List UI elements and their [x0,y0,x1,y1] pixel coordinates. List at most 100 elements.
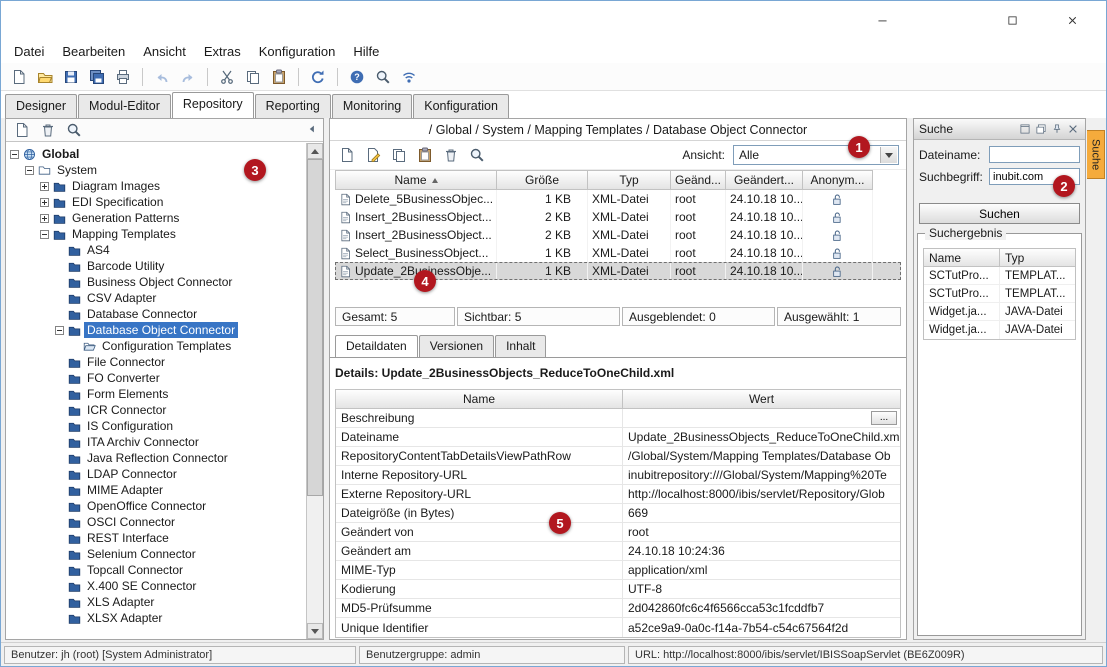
tree-item-database-object-connector[interactable]: Database Object Connector [6,322,306,338]
column-header-typ[interactable]: Typ [588,170,671,190]
new-file-button[interactable] [10,119,34,141]
result-row[interactable]: Widget.ja...JAVA-Datei [924,321,1075,339]
filename-input[interactable] [989,146,1080,163]
tree-item-file-connector[interactable]: File Connector [6,354,306,370]
tab-reporting[interactable]: Reporting [255,94,331,118]
new-file-button[interactable] [7,66,31,88]
file-row-delete-5businessobjec[interactable]: Delete_5BusinessObjec...1 KBXML-Dateiroo… [335,190,901,208]
undo-button[interactable] [150,66,174,88]
tree-item-generation-patterns[interactable]: Generation Patterns [6,210,306,226]
tab-detaildaten[interactable]: Detaildaten [335,335,418,357]
close-button[interactable] [1067,123,1080,136]
view-dropdown[interactable]: Alle [733,145,899,165]
save-all-button[interactable] [85,66,109,88]
toggle-plus-icon[interactable] [40,214,49,223]
tree-item-global[interactable]: Global [6,146,306,162]
tree-item-osci-connector[interactable]: OSCI Connector [6,514,306,530]
titlebar[interactable] [1,1,1106,39]
menu-datei[interactable]: Datei [5,41,53,62]
result-row[interactable]: SCTutPro...TEMPLAT... [924,267,1075,285]
tab-versionen[interactable]: Versionen [419,335,494,357]
scroll-down-button[interactable] [307,623,323,639]
result-column-typ[interactable]: Typ [1000,249,1075,267]
tab-konfiguration[interactable]: Konfiguration [413,94,509,118]
search-button[interactable]: Suchen [919,203,1080,224]
description-edit-button[interactable]: ... [871,411,897,425]
file-row-insert-2businessobject[interactable]: Insert_2BusinessObject...2 KBXML-Dateiro… [335,208,901,226]
close-button[interactable] [1057,9,1087,31]
pin-button[interactable] [1051,123,1064,136]
tree-item-diagram-images[interactable]: Diagram Images [6,178,306,194]
tree-item-ita-archiv-connector[interactable]: ITA Archiv Connector [6,434,306,450]
search-button[interactable] [465,144,489,166]
tree-item-ldap-connector[interactable]: LDAP Connector [6,466,306,482]
toggle-minus-icon[interactable] [10,150,19,159]
tab-inhalt[interactable]: Inhalt [495,335,546,357]
print-button[interactable] [111,66,135,88]
tree-item-rest-interface[interactable]: REST Interface [6,530,306,546]
column-header-gr-e[interactable]: Größe [497,170,588,190]
tree-item-java-reflection-connector[interactable]: Java Reflection Connector [6,450,306,466]
tree-item-form-elements[interactable]: Form Elements [6,386,306,402]
tree-item-topcall-connector[interactable]: Topcall Connector [6,562,306,578]
maximize-button[interactable] [997,9,1027,31]
tree-item-as4[interactable]: AS4 [6,242,306,258]
tree-item-is-configuration[interactable]: IS Configuration [6,418,306,434]
toggle-minus-icon[interactable] [55,326,64,335]
tree-item-configuration-templates[interactable]: Configuration Templates [6,338,306,354]
collapse-panel-button[interactable] [306,123,320,137]
open-button[interactable] [33,66,57,88]
minimize-button[interactable] [867,9,897,31]
menu-hilfe[interactable]: Hilfe [344,41,388,62]
delete-button[interactable] [36,119,60,141]
file-row-insert-2businessobject[interactable]: Insert_2BusinessObject...2 KBXML-Dateiro… [335,226,901,244]
column-header-anonym[interactable]: Anonym... [803,170,873,190]
paste-button[interactable] [413,144,437,166]
search-panel-header[interactable]: Suche [914,119,1085,140]
scroll-up-button[interactable] [307,143,323,159]
tree-item-database-connector[interactable]: Database Connector [6,306,306,322]
tree-item-business-object-connector[interactable]: Business Object Connector [6,274,306,290]
tree-item-fo-converter[interactable]: FO Converter [6,370,306,386]
result-row[interactable]: Widget.ja...JAVA-Datei [924,303,1075,321]
file-row-select-businessobject[interactable]: Select_BusinessObject...1 KBXML-Dateiroo… [335,244,901,262]
menu-bearbeiten[interactable]: Bearbeiten [53,41,134,62]
tree-item-mime-adapter[interactable]: MIME Adapter [6,482,306,498]
toggle-minus-icon[interactable] [40,230,49,239]
search-button[interactable] [62,119,86,141]
menu-extras[interactable]: Extras [195,41,250,62]
result-column-name[interactable]: Name [924,249,1000,267]
toggle-plus-icon[interactable] [40,198,49,207]
menu-ansicht[interactable]: Ansicht [134,41,195,62]
tree-item-edi-specification[interactable]: EDI Specification [6,194,306,210]
tab-repository[interactable]: Repository [172,92,254,118]
tree-item-xlsx-adapter[interactable]: XLSX Adapter [6,610,306,626]
delete-button[interactable] [439,144,463,166]
tab-monitoring[interactable]: Monitoring [332,94,412,118]
float-button[interactable] [1035,123,1048,136]
scrollbar-thumb[interactable] [307,159,323,496]
save-button[interactable] [59,66,83,88]
refresh-button[interactable] [306,66,330,88]
toggle-minus-icon[interactable] [25,166,34,175]
new-file-button[interactable] [335,144,359,166]
tree-scrollbar[interactable] [306,143,323,639]
search-side-tab[interactable]: Suche [1087,130,1105,179]
tab-designer[interactable]: Designer [5,94,77,118]
tree-item-x-400-se-connector[interactable]: X.400 SE Connector [6,578,306,594]
copy-button[interactable] [387,144,411,166]
tree-item-mapping-templates[interactable]: Mapping Templates [6,226,306,242]
tree-item-xls-adapter[interactable]: XLS Adapter [6,594,306,610]
help-button[interactable] [345,66,369,88]
paste-button[interactable] [267,66,291,88]
column-header-ge-ndert[interactable]: Geändert... [726,170,803,190]
edit-button[interactable] [361,144,385,166]
tab-modul-editor[interactable]: Modul-Editor [78,94,171,118]
column-header-name[interactable]: Name [335,170,497,190]
redo-button[interactable] [176,66,200,88]
tree-item-csv-adapter[interactable]: CSV Adapter [6,290,306,306]
maximize-button[interactable] [1019,123,1032,136]
cut-button[interactable] [215,66,239,88]
tree-item-barcode-utility[interactable]: Barcode Utility [6,258,306,274]
tree-item-icr-connector[interactable]: ICR Connector [6,402,306,418]
